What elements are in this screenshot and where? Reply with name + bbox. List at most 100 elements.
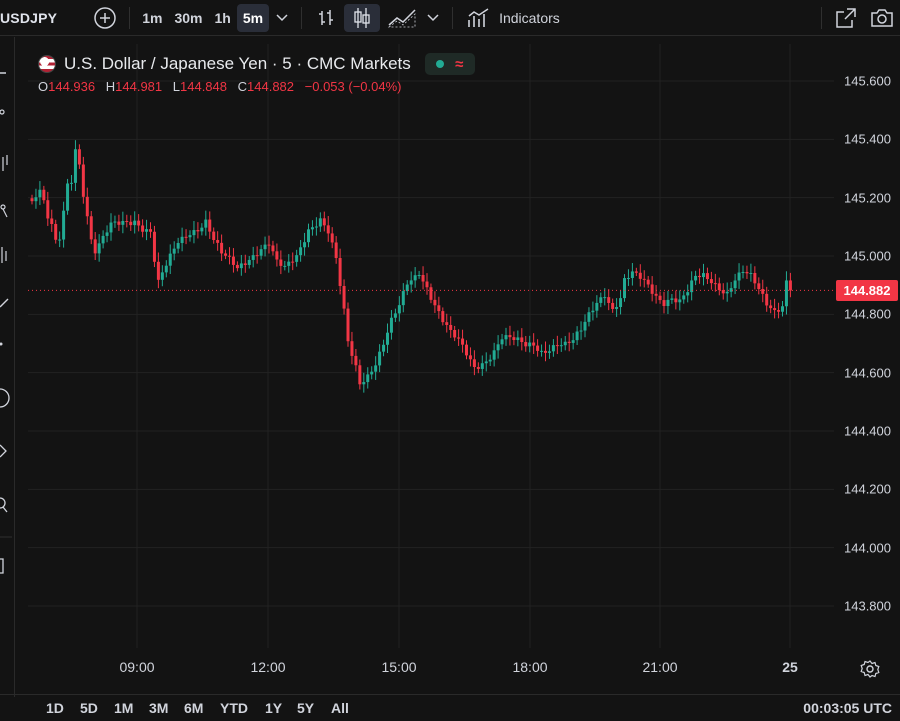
candle	[694, 270, 698, 286]
time-axis-label: 09:00	[119, 659, 155, 675]
candle	[702, 263, 705, 286]
range-6m-button[interactable]: 6M	[184, 700, 203, 716]
ohlc-values: O144.936 H144.981 L144.848 C144.882 −0.0…	[38, 79, 475, 94]
candle	[54, 219, 58, 244]
close-label: C	[237, 79, 248, 94]
candle	[437, 296, 441, 319]
candle	[433, 291, 437, 314]
candle	[133, 211, 137, 234]
time-axis-label: 15:00	[381, 659, 417, 675]
market-status-badge[interactable]: ≈	[424, 53, 475, 75]
candle	[303, 232, 307, 256]
range-all-button[interactable]: All	[331, 700, 349, 716]
candle	[405, 280, 409, 296]
candle	[544, 341, 547, 362]
time-axis-label: 12:00	[250, 659, 286, 675]
candle	[413, 267, 417, 288]
candle	[188, 230, 192, 242]
candle	[160, 265, 164, 287]
candle	[50, 209, 54, 232]
candle	[235, 261, 239, 272]
candle	[623, 274, 626, 302]
candle	[587, 307, 591, 327]
candle	[559, 338, 563, 352]
candle	[192, 221, 196, 244]
candle	[208, 211, 212, 239]
candle	[184, 229, 188, 245]
candle	[500, 333, 504, 350]
candle	[591, 301, 595, 321]
candle	[109, 213, 113, 241]
candle	[678, 290, 682, 311]
candle	[322, 211, 326, 232]
candle	[674, 290, 678, 310]
candle	[753, 266, 757, 290]
candle	[666, 290, 670, 315]
range-3m-button[interactable]: 3M	[149, 700, 168, 716]
candle	[784, 271, 788, 315]
candle	[484, 352, 488, 372]
candle	[401, 283, 405, 313]
candle	[137, 214, 141, 232]
range-1m-button[interactable]: 1M	[114, 700, 133, 716]
candle	[34, 188, 38, 209]
candle	[579, 321, 583, 340]
bottom-bar: 1D 5D 1M 3M 6M YTD 1Y 5Y All 00:03:05 UT…	[0, 694, 900, 721]
candle	[729, 282, 733, 298]
candle	[583, 314, 587, 338]
candle	[468, 347, 472, 367]
candle	[334, 236, 338, 264]
candle	[650, 276, 654, 302]
high-value: 144.981	[115, 79, 163, 94]
candle	[145, 219, 149, 241]
candle	[291, 252, 295, 271]
candle	[417, 270, 421, 279]
candle	[239, 254, 243, 276]
price-chart[interactable]	[0, 0, 900, 721]
candle	[713, 273, 717, 292]
candle	[642, 270, 646, 288]
candle	[626, 269, 630, 286]
candle	[224, 249, 228, 260]
candle	[445, 313, 449, 333]
utc-clock[interactable]: 00:03:05 UTC	[803, 700, 892, 716]
candle	[547, 344, 551, 359]
candle	[220, 234, 224, 261]
candle	[287, 254, 291, 273]
price-axis[interactable]: 145.600 145.400 145.200 145.000 144.800 144.6…	[834, 44, 900, 684]
candle	[709, 271, 713, 290]
candle	[354, 348, 358, 372]
candle	[725, 282, 729, 302]
candle	[567, 332, 571, 352]
candle	[733, 273, 737, 295]
price-axis-label: 143.800	[844, 598, 891, 614]
candle	[362, 372, 366, 393]
candle	[121, 211, 125, 234]
candle	[682, 290, 686, 304]
range-5y-button[interactable]: 5Y	[297, 700, 314, 716]
candle	[698, 268, 702, 284]
range-5d-button[interactable]: 5D	[80, 700, 98, 716]
chart-settings-button[interactable]	[860, 659, 880, 684]
change-value: −0.053 (−0.04%)	[304, 79, 402, 94]
candle	[599, 292, 603, 308]
range-ytd-button[interactable]: YTD	[220, 700, 248, 716]
price-axis-label: 144.200	[844, 481, 891, 497]
range-1d-button[interactable]: 1D	[46, 700, 64, 716]
candle	[85, 187, 89, 225]
time-axis-label: 21:00	[642, 659, 678, 675]
candle	[196, 222, 200, 239]
candle	[461, 329, 465, 353]
range-1y-button[interactable]: 1Y	[265, 700, 282, 716]
candle	[670, 294, 674, 304]
candle	[520, 328, 524, 351]
symbol-title[interactable]: U.S. Dollar / Japanese Yen · 5 · CMC Mar…	[64, 54, 411, 74]
low-label: L	[172, 79, 180, 94]
candle	[330, 227, 334, 249]
price-axis-label: 144.800	[844, 306, 891, 322]
candle	[263, 236, 267, 257]
candle	[741, 265, 745, 279]
candle	[38, 181, 42, 206]
candle	[152, 225, 156, 268]
candle	[705, 267, 709, 284]
